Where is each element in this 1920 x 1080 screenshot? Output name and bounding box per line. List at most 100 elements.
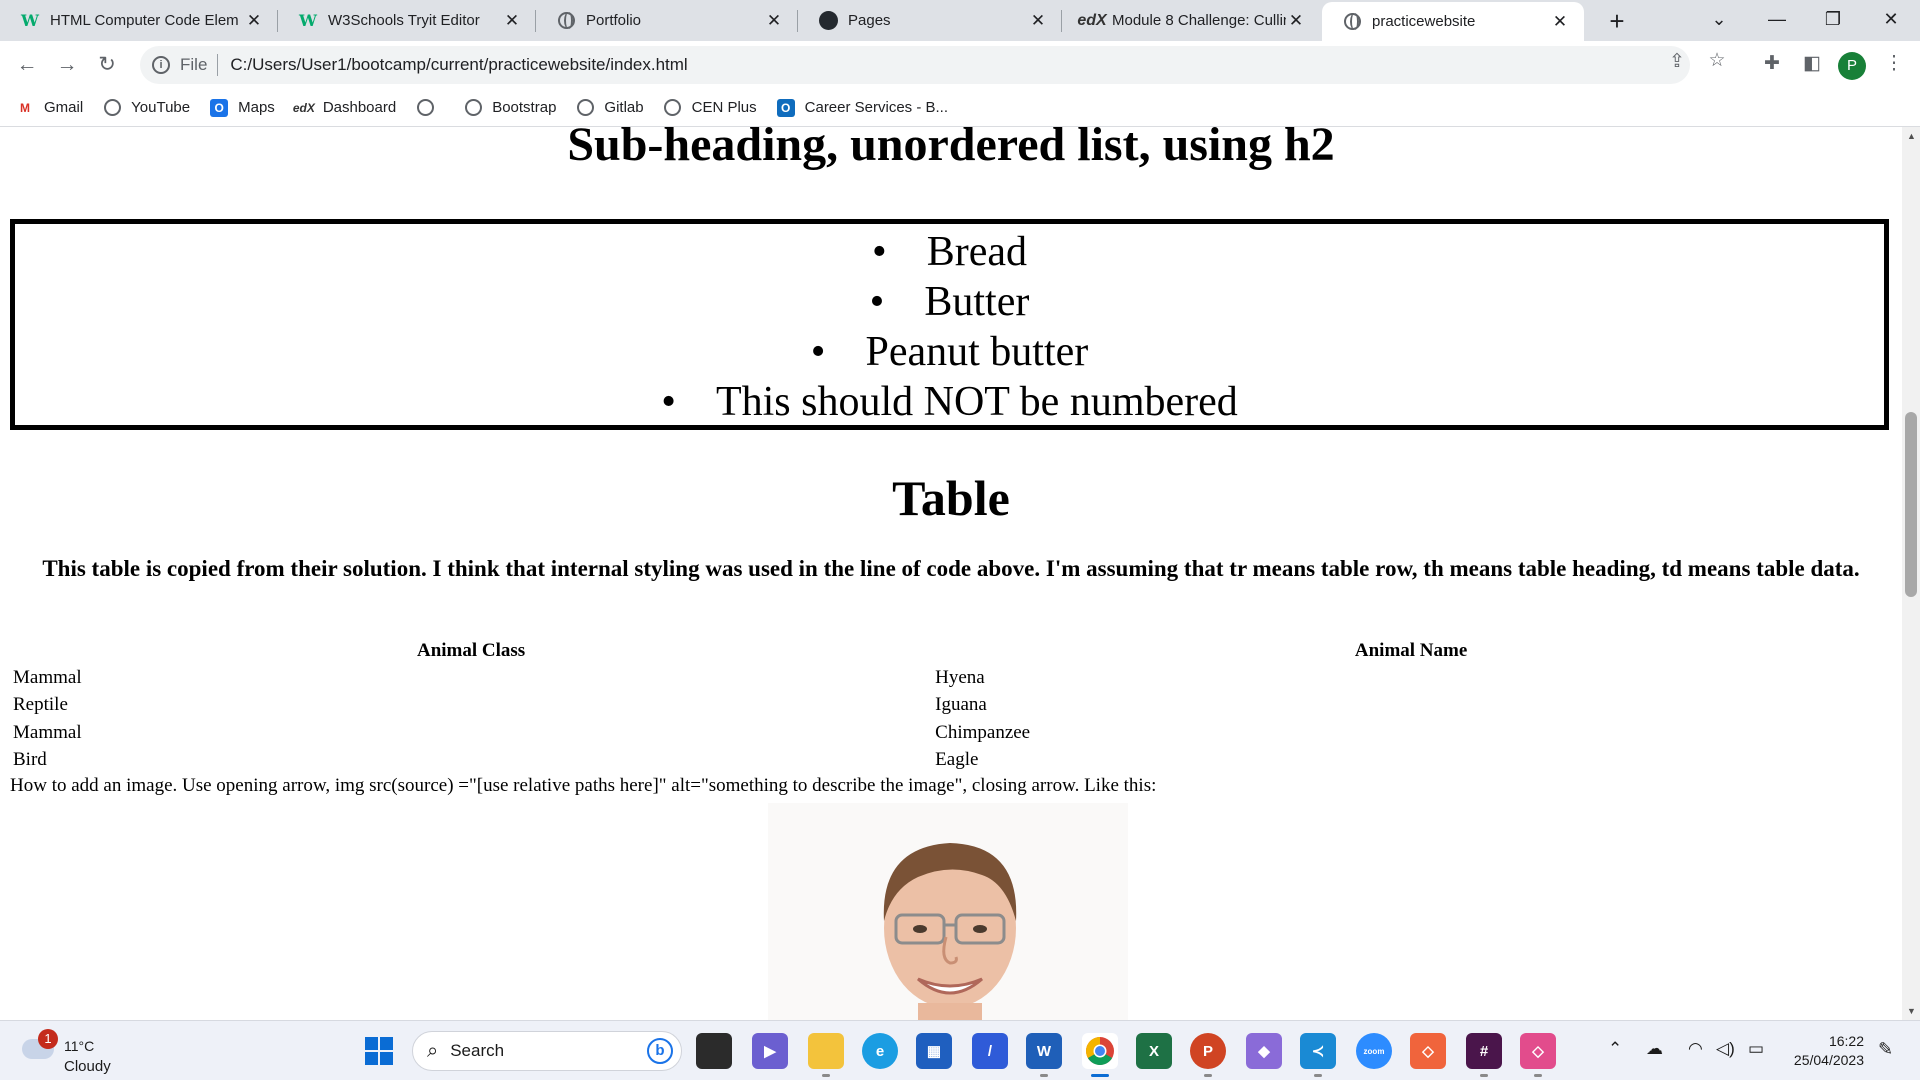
menu-icon[interactable]: ⋮ — [1880, 52, 1908, 75]
zoom-icon[interactable]: zoom — [1356, 1033, 1392, 1069]
store-icon[interactable]: ▦ — [916, 1033, 952, 1069]
site-info-icon[interactable]: i — [152, 56, 170, 74]
windows-logo-tile — [365, 1052, 378, 1065]
weather-temp: 11°C — [64, 1038, 95, 1054]
bookmark-bootstrap[interactable]: Bootstrap — [464, 99, 556, 117]
extensions-icon[interactable]: ✚ — [1758, 52, 1786, 75]
bing-icon[interactable]: b — [647, 1038, 673, 1064]
powerpoint-icon[interactable]: P — [1190, 1033, 1226, 1077]
url-text[interactable]: C:/Users/User1/bootcamp/current/practice… — [230, 55, 687, 75]
tray-overflow-icon[interactable]: ⌃ — [1608, 1039, 1622, 1059]
system-clock[interactable]: 16:22 25/04/2023 — [1786, 1032, 1864, 1070]
close-tab-icon[interactable]: ✕ — [1028, 11, 1048, 31]
globe-icon — [464, 99, 482, 117]
globe-icon — [556, 11, 576, 31]
new-tab-button[interactable]: + — [1600, 4, 1634, 38]
bookmark-label: Career Services - B... — [804, 99, 949, 116]
close-tab-icon[interactable]: ✕ — [1286, 11, 1306, 31]
volume-icon[interactable]: ◁) — [1716, 1039, 1735, 1059]
vscode-icon[interactable]: ≺ — [1300, 1033, 1336, 1077]
share-icon[interactable]: ⇪ — [1662, 50, 1692, 73]
tab-html-code-elements[interactable]: W HTML Computer Code Elem ✕ — [0, 0, 278, 41]
forward-icon[interactable]: → — [52, 50, 82, 80]
column-header: Animal Name — [1354, 639, 1468, 661]
git-client-alt-icon[interactable]: ◇ — [1520, 1033, 1556, 1077]
minimize-icon[interactable]: — — [1752, 0, 1802, 41]
task-view-icon[interactable] — [696, 1033, 732, 1069]
table-row: Mammal Hyena — [10, 664, 1890, 692]
bookmark-label: Gitlab — [604, 99, 644, 116]
tab-title: practicewebsite — [1372, 13, 1476, 30]
scroll-down-icon[interactable]: ▼ — [1907, 1006, 1916, 1016]
table-cell: Mammal — [13, 721, 82, 743]
start-button[interactable] — [365, 1037, 393, 1065]
table-cell: Hyena — [935, 666, 985, 688]
close-tab-icon[interactable]: ✕ — [244, 11, 264, 31]
copilot-icon[interactable]: ◆ — [1246, 1033, 1282, 1069]
bookmark-unnamed[interactable] — [416, 99, 444, 117]
scrollbar-thumb[interactable] — [1905, 412, 1917, 597]
bookmark-gmail[interactable]: M Gmail — [16, 99, 83, 117]
teams-chat-icon[interactable]: ▶ — [752, 1033, 788, 1069]
bookmark-label: Gmail — [44, 99, 84, 116]
onedrive-icon[interactable]: ☁ — [1646, 1039, 1663, 1059]
battery-icon[interactable]: ▭ — [1748, 1039, 1764, 1059]
profile-avatar[interactable]: P — [1838, 52, 1866, 80]
notes-app-icon[interactable]: / — [972, 1033, 1008, 1069]
table-description: This table is copied from their solution… — [42, 556, 1860, 581]
edge-icon[interactable]: e — [862, 1033, 898, 1069]
list-item: This should NOT be numbered — [15, 377, 1884, 427]
file-explorer-icon[interactable] — [808, 1033, 844, 1077]
tab-search-icon[interactable]: ⌄ — [1694, 0, 1744, 41]
search-label: Search — [450, 1041, 505, 1060]
chrome-icon[interactable] — [1082, 1033, 1118, 1077]
back-icon[interactable]: ← — [12, 50, 42, 80]
word-icon[interactable]: W — [1026, 1033, 1062, 1077]
taskbar-search[interactable]: ⌕ Search b — [412, 1031, 682, 1071]
close-tab-icon[interactable]: ✕ — [1550, 12, 1570, 32]
browser-toolbar: ← → ↻ i File C:/Users/User1/bootcamp/cur… — [0, 41, 1920, 89]
reload-icon[interactable]: ↻ — [92, 50, 122, 80]
wifi-icon[interactable]: ◠ — [1688, 1039, 1703, 1059]
bookmark-cen-plus[interactable]: CEN Plus — [664, 99, 757, 117]
table-cell: Iguana — [935, 694, 987, 716]
bookmark-career-services[interactable]: O Career Services - B... — [776, 98, 949, 117]
weather-widget[interactable]: 1 11°C Cloudy — [22, 1029, 132, 1075]
bookmarks-bar: M Gmail YouTube O Maps edX Dashboard Boo… — [0, 89, 1920, 127]
bookmark-maps[interactable]: O Maps — [210, 98, 275, 117]
table-heading: Table — [892, 470, 1010, 526]
bookmark-label: Dashboard — [322, 99, 397, 116]
git-client-icon[interactable]: ◇ — [1410, 1033, 1446, 1069]
weather-desc: Cloudy — [64, 1058, 111, 1075]
chrome-logo — [1086, 1037, 1114, 1065]
tab-strip: W HTML Computer Code Elem ✕ W W3Schools … — [0, 0, 1920, 41]
tab-practicewebsite[interactable]: practicewebsite ✕ — [1322, 2, 1584, 41]
bookmark-star-icon[interactable]: ☆ — [1702, 49, 1732, 72]
table-cell: Chimpanzee — [935, 721, 1031, 743]
restore-icon[interactable]: ❐ — [1808, 0, 1858, 41]
column-header: Animal Class — [416, 639, 526, 661]
globe-icon — [103, 99, 121, 117]
outlook-icon: O — [210, 98, 229, 117]
close-window-icon[interactable]: ✕ — [1866, 0, 1916, 41]
bookmark-dashboard[interactable]: edX Dashboard — [293, 99, 397, 117]
list-item: Bread — [15, 227, 1884, 277]
animal-table: Animal Class Animal Name Mammal Hyena Re… — [10, 637, 1890, 774]
tab-portfolio[interactable]: Portfolio ✕ — [536, 0, 798, 41]
close-tab-icon[interactable]: ✕ — [764, 11, 784, 31]
page-scrollbar[interactable]: ▲ ▼ — [1902, 127, 1920, 1020]
tab-pages[interactable]: Pages ✕ — [798, 0, 1062, 41]
tab-module-8-challenge[interactable]: edX Module 8 Challenge: Cullin ✕ — [1062, 0, 1320, 41]
side-panel-icon[interactable]: ◧ — [1798, 52, 1826, 75]
globe-icon — [576, 99, 594, 117]
notifications-icon[interactable]: ✎ — [1878, 1039, 1893, 1060]
scroll-up-icon[interactable]: ▲ — [1907, 131, 1916, 141]
slack-icon[interactable]: # — [1466, 1033, 1502, 1077]
list-item: Butter — [15, 277, 1884, 327]
excel-icon[interactable]: X — [1136, 1033, 1172, 1069]
address-bar[interactable]: i File C:/Users/User1/bootcamp/current/p… — [140, 46, 1726, 84]
bookmark-youtube[interactable]: YouTube — [103, 99, 190, 117]
close-tab-icon[interactable]: ✕ — [502, 11, 522, 31]
bookmark-gitlab[interactable]: Gitlab — [576, 99, 644, 117]
tab-w3schools-tryit[interactable]: W W3Schools Tryit Editor ✕ — [278, 0, 536, 41]
